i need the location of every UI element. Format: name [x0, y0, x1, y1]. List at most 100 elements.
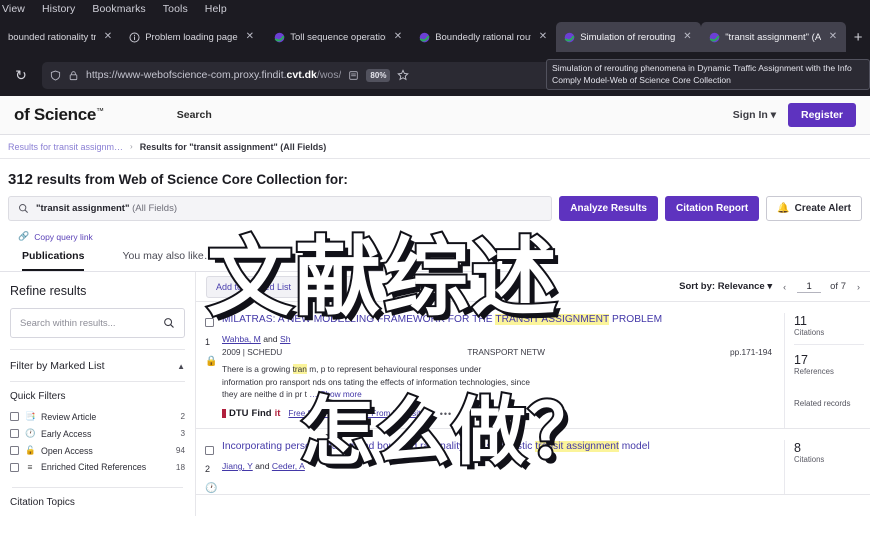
close-icon[interactable]: ✕ — [826, 30, 840, 44]
filter-by-marked-list[interactable]: Filter by Marked List ▲ — [10, 350, 185, 381]
copy-query-link[interactable]: Copy query link — [34, 232, 93, 242]
related-records-link[interactable]: Related records — [794, 383, 870, 408]
result-content: Incorporating personalization and bounde… — [222, 440, 784, 494]
quick-filter-early-access[interactable]: 🕐 Early Access 3 — [10, 425, 185, 442]
wos-icon — [274, 32, 285, 42]
free-article-link[interactable]: Free Submitted Article From Repository — [288, 409, 431, 418]
close-icon[interactable]: ✕ — [680, 30, 694, 44]
export-button[interactable]: Export — [308, 275, 355, 298]
previous-page-button[interactable]: ‹ — [781, 282, 788, 292]
quick-filter-review-article[interactable]: 📑 Review Article 2 — [10, 408, 185, 425]
citations-label: Citations — [794, 455, 825, 465]
bell-icon: 🔔 — [777, 203, 790, 214]
next-page-button[interactable]: › — [855, 282, 862, 292]
author-link[interactable]: Ceder, A — [272, 461, 305, 471]
close-icon[interactable]: ✕ — [536, 30, 550, 44]
menu-item-bookmarks[interactable]: Bookmarks — [92, 3, 145, 15]
copy-query-row[interactable]: 🔗 Copy query link — [0, 221, 870, 242]
total-pages-label: of 7 — [830, 281, 846, 292]
menu-item-help[interactable]: Help — [205, 3, 227, 15]
checkbox[interactable] — [10, 446, 19, 455]
browser-tab-6[interactable]: "transit assignment" (All ✕ — [701, 22, 847, 52]
citation-topics-section[interactable]: Citation Topics — [10, 488, 185, 508]
result-abstract: There is a growing tran m, p to represen… — [222, 363, 530, 400]
site-header: of Science™ Search Sign In ▾ Register — [0, 96, 870, 135]
menu-item-tools[interactable]: Tools — [163, 3, 188, 15]
checkbox[interactable] — [205, 445, 214, 455]
checkbox[interactable] — [10, 429, 19, 438]
close-icon[interactable]: ✕ — [391, 30, 405, 44]
url-text: https://www-webofscience-com.proxy.findi… — [86, 69, 342, 81]
info-icon — [129, 31, 140, 43]
browser-tab-2[interactable]: Problem loading page ✕ — [121, 22, 266, 52]
unlock-icon: 🔓 — [25, 445, 36, 455]
browser-tab-4[interactable]: Boundedly rational route ✕ — [411, 22, 556, 52]
new-tab-button[interactable]: + — [846, 22, 870, 52]
search-icon — [19, 204, 28, 213]
tab-publications[interactable]: Publications — [22, 250, 85, 271]
add-to-marked-list-button[interactable]: Add to Marked List — [206, 275, 302, 298]
author-link[interactable]: Sh — [280, 334, 291, 344]
checkbox[interactable] — [10, 412, 19, 421]
references-count: 17 — [794, 353, 808, 367]
result-row-1: 1 🔒 MILATRAS: A NEW MODELLING FRAMEWORK … — [196, 302, 870, 430]
checkbox[interactable] — [205, 318, 214, 328]
result-title[interactable]: Incorporating personalization and bounde… — [222, 440, 772, 454]
close-icon[interactable]: ✕ — [101, 30, 115, 44]
author-link[interactable]: Jiang, Y — [222, 461, 253, 471]
citation-report-button[interactable]: Citation Report — [665, 196, 760, 221]
breadcrumb-previous[interactable]: Results for transit assignm… — [8, 142, 123, 152]
tab-title: bounded rationality traff — [8, 31, 96, 43]
browser-tab-3[interactable]: Toll sequence operation ✕ — [266, 22, 411, 52]
list-plus-icon: ≡ — [27, 462, 33, 472]
query-box[interactable]: "transit assignment" (All Fields) — [8, 196, 553, 221]
results-body: Refine results Search within results... … — [0, 272, 870, 516]
checkbox[interactable] — [10, 462, 19, 472]
search-icon[interactable] — [163, 317, 175, 329]
tab-title: "transit assignment" (All — [725, 31, 821, 43]
tab-title: Boundedly rational route — [435, 31, 531, 43]
query-text: "transit assignment" (All Fields) — [36, 203, 177, 214]
wos-logo[interactable]: of Science™ — [14, 105, 104, 125]
quick-filters-title: Quick Filters — [10, 381, 185, 408]
menu-item-view[interactable]: View — [2, 3, 25, 15]
result-meta: 2009 | SCHEDU TRANSPORT NETW pp.171-194 — [222, 344, 772, 357]
reader-view-icon[interactable] — [348, 70, 359, 81]
sort-by-dropdown[interactable]: Sort by: Relevance ▾ — [679, 281, 772, 292]
browser-tab-5[interactable]: Simulation of rerouting ✕ — [556, 22, 702, 52]
create-alert-button[interactable]: 🔔 Create Alert — [766, 196, 862, 221]
wos-icon — [564, 32, 575, 42]
results-heading: 312 results from Web of Science Core Col… — [0, 159, 870, 188]
tab-you-may-also-like[interactable]: You may also like… — [122, 250, 214, 271]
page-number-input[interactable]: 1 — [797, 281, 822, 293]
menu-item-history[interactable]: History — [42, 3, 75, 15]
sign-in-button[interactable]: Sign In ▾ — [733, 109, 776, 121]
quick-filter-open-access[interactable]: 🔓 Open Access 94 — [10, 442, 185, 459]
nav-search[interactable]: Search — [177, 109, 212, 121]
browser-tab-1[interactable]: bounded rationality traff ✕ — [0, 22, 121, 52]
dtu-findit-logo[interactable]: DTU Find it — [222, 408, 280, 419]
content-tabs: Publications You may also like… — [0, 242, 870, 272]
result-year-source: 2009 | SCHEDU — [222, 346, 283, 357]
result-row-2: 2 🕐 Incorporating personalization and bo… — [196, 429, 870, 496]
star-icon[interactable] — [397, 69, 410, 81]
lock-warning-icon[interactable] — [68, 70, 79, 81]
tab-tooltip: Simulation of rerouting phenomena in Dyn… — [546, 59, 870, 91]
author-link[interactable]: Wahba, M — [222, 334, 261, 344]
show-more-link[interactable]: … Show more — [309, 389, 362, 399]
result-title[interactable]: MILATRAS: A NEW MODELLING FRAMEWORK FOR … — [222, 313, 772, 327]
quick-filter-enriched-cited-references[interactable]: ≡ Enriched Cited References 18 — [10, 459, 185, 475]
result-pages: pp.171-194 — [730, 346, 772, 357]
zoom-level-badge[interactable]: 80% — [366, 68, 391, 82]
open-access-lock-icon: 🔒 — [205, 356, 218, 367]
reload-icon[interactable]: ↻ — [8, 62, 34, 88]
close-icon[interactable]: ✕ — [243, 30, 257, 44]
register-button[interactable]: Register — [787, 103, 856, 127]
breadcrumb: Results for transit assignm… › Results f… — [0, 135, 870, 159]
search-within-results-input[interactable]: Search within results... — [10, 308, 185, 338]
more-options-icon[interactable]: ••• — [440, 409, 452, 419]
shield-icon[interactable] — [50, 70, 61, 81]
analyze-results-button[interactable]: Analyze Results — [559, 196, 658, 221]
chevron-up-icon[interactable]: ▲ — [177, 362, 185, 371]
result-content: MILATRAS: A NEW MODELLING FRAMEWORK FOR … — [222, 313, 784, 428]
